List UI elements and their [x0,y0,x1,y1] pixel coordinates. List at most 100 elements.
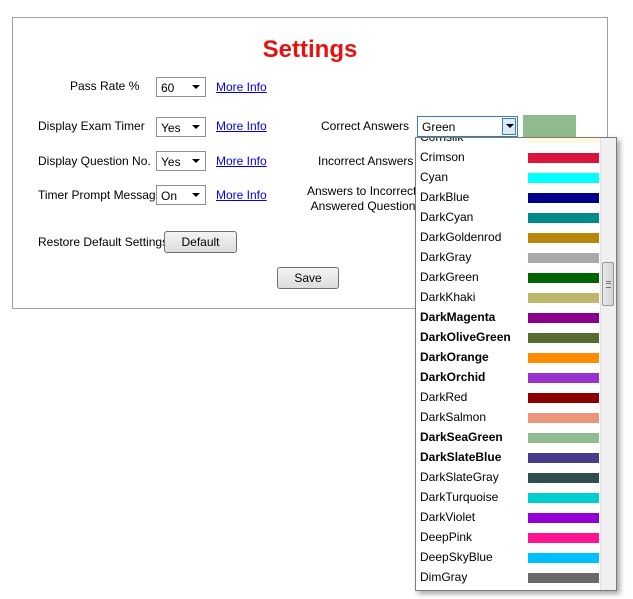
color-option[interactable]: DimGray [416,567,601,587]
color-option-swatch [528,153,599,163]
default-button[interactable]: Default [164,231,237,253]
chevron-down-icon[interactable] [502,118,516,135]
color-option[interactable]: DarkTurquoise [416,487,601,507]
timer-prompt-label: Timer Prompt Message [38,188,163,202]
color-option-name: DarkMagenta [420,310,496,324]
incorrect-answers-label: Incorrect Answers [318,154,414,168]
color-option-name: DarkCyan [420,210,474,224]
color-option[interactable]: DarkOrchid [416,367,601,387]
color-option-name: DarkGreen [420,270,479,284]
color-option[interactable]: DarkSlateBlue [416,447,601,467]
question-no-select[interactable]: Yes [156,151,206,171]
page-title: Settings [262,36,358,63]
color-option-swatch [528,273,599,283]
color-option[interactable]: Cornsilk [416,137,601,147]
color-option-swatch [528,173,599,183]
color-option[interactable]: DeepPink [416,527,601,547]
color-option[interactable]: DarkOliveGreen [416,327,601,347]
question-no-value: Yes [161,155,181,169]
color-option-name: DarkKhaki [420,290,476,304]
color-option-name: DarkRed [420,390,468,404]
chevron-down-icon[interactable] [189,120,203,134]
color-option-swatch [528,373,599,383]
color-option-name: DarkGoldenrod [420,230,502,244]
color-option[interactable]: DarkCyan [416,207,601,227]
color-option[interactable]: DarkKhaki [416,287,601,307]
correct-answers-color-swatch [523,115,576,137]
pass-rate-value: 60 [161,81,175,95]
question-no-label: Display Question No. [38,154,151,168]
timer-prompt-more-info-link[interactable]: More Info [216,188,267,202]
exam-timer-value: Yes [161,121,181,135]
color-option[interactable]: Crimson [416,147,601,167]
color-option[interactable]: DarkBlue [416,187,601,207]
color-option-swatch [528,413,599,423]
color-option[interactable]: DarkViolet [416,507,601,527]
color-option[interactable]: DarkRed [416,387,601,407]
incorrectly-answered-line1: Answers to Incorrectly [307,184,426,198]
color-option[interactable]: DarkGoldenrod [416,227,601,247]
color-option-swatch [528,293,599,303]
color-option-name: DarkSeaGreen [420,430,503,444]
color-option-name: DeepPink [420,530,473,544]
scrollbar-thumb[interactable] [602,262,614,306]
color-option[interactable]: DarkGreen [416,267,601,287]
pass-rate-more-info-link[interactable]: More Info [216,80,267,94]
color-option-swatch [528,253,599,263]
correct-answers-label: Correct Answers [321,119,410,133]
color-option-name: Cyan [420,170,449,184]
color-option-name: DarkSalmon [420,410,487,424]
color-option[interactable]: DarkOrange [416,347,601,367]
color-option-swatch [528,533,599,543]
color-option-name: DimGray [420,570,468,584]
color-option-swatch [528,453,599,463]
color-option-name: DarkViolet [420,510,476,524]
color-option-swatch [528,213,599,223]
timer-prompt-value: On [161,189,178,203]
pass-rate-select[interactable]: 60 [156,77,206,97]
save-button[interactable]: Save [277,267,339,289]
color-option-name: Cornsilk [420,137,464,144]
exam-timer-label: Display Exam Timer [38,119,145,133]
incorrectly-answered-line2: Answered Questions [310,199,422,213]
correct-answers-color-select[interactable]: Green [417,116,518,137]
color-option[interactable]: DarkGray [416,247,601,267]
color-option-swatch [528,233,599,243]
restore-defaults-label: Restore Default Settings [38,235,169,249]
color-option-swatch [528,353,599,363]
color-option-name: DarkSlateGray [420,470,499,484]
color-option[interactable]: DarkSeaGreen [416,427,601,447]
dropdown-scrollbar[interactable] [600,138,616,590]
color-option-swatch [528,193,599,203]
color-option[interactable]: DeepSkyBlue [416,547,601,567]
exam-timer-more-info-link[interactable]: More Info [216,119,267,133]
color-option-swatch [528,493,599,503]
correct-answers-color-value: Green [422,120,456,134]
color-option-name: DeepSkyBlue [420,550,493,564]
color-option[interactable]: DarkSlateGray [416,467,601,487]
incorrectly-answered-label: Answers to Incorrectly Answered Question… [307,184,425,213]
color-option-swatch [528,333,599,343]
color-option[interactable]: DarkSalmon [416,407,601,427]
color-option-list: Cornsilk Crimson Cyan DarkBlue DarkCyan DarkG… [416,137,601,587]
chevron-down-icon[interactable] [189,154,203,168]
color-option-name: DarkTurquoise [420,490,499,504]
chevron-down-icon[interactable] [189,188,203,202]
timer-prompt-select[interactable]: On [156,185,206,205]
color-option[interactable]: Cyan [416,167,601,187]
chevron-down-icon[interactable] [189,80,203,94]
question-no-more-info-link[interactable]: More Info [216,154,267,168]
color-option-swatch [528,473,599,483]
color-option-swatch [528,433,599,443]
color-option-name: DarkOrchid [420,370,486,384]
color-option-swatch [528,513,599,523]
color-option-swatch [528,393,599,403]
color-option-name: DarkBlue [420,190,470,204]
color-option[interactable]: DarkMagenta [416,307,601,327]
color-option-swatch [528,573,599,583]
color-dropdown-list[interactable]: Cornsilk Crimson Cyan DarkBlue DarkCyan DarkG… [415,137,617,591]
color-option-swatch [528,553,599,563]
color-option-name: DarkOrange [420,350,489,364]
exam-timer-select[interactable]: Yes [156,117,206,137]
color-option-name: DarkOliveGreen [420,330,511,344]
